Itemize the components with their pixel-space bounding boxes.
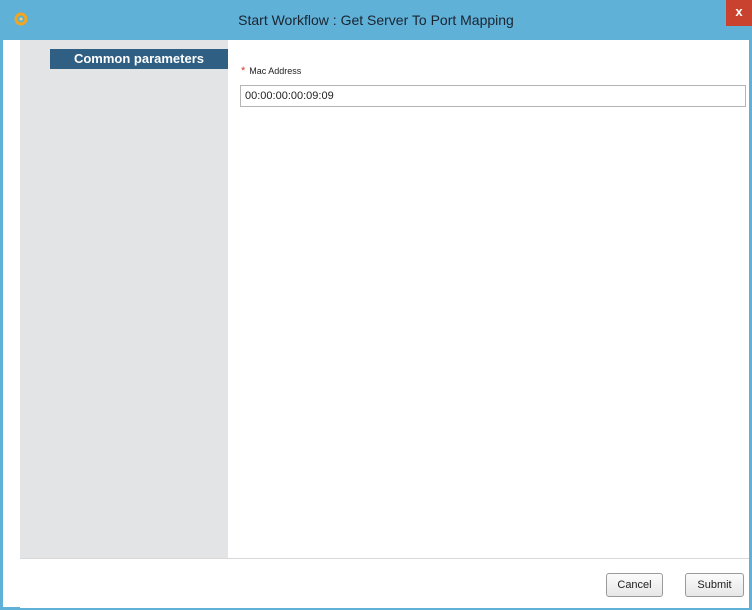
cancel-button[interactable]: Cancel <box>606 573 663 597</box>
workflow-dialog: Start Workflow : Get Server To Port Mapp… <box>0 0 752 610</box>
sidebar: Common parameters <box>20 40 228 558</box>
mac-address-input[interactable] <box>240 85 746 107</box>
required-marker: * <box>241 65 246 77</box>
dialog-footer: Cancel Submit <box>20 558 749 608</box>
close-icon: x <box>735 4 743 19</box>
title-bar[interactable]: Start Workflow : Get Server To Port Mapp… <box>0 0 752 40</box>
dialog-title: Start Workflow : Get Server To Port Mapp… <box>238 12 514 28</box>
submit-button[interactable]: Submit <box>685 573 744 597</box>
sidebar-item-common-parameters[interactable]: Common parameters <box>50 49 228 69</box>
mac-address-label: * Mac Address <box>241 65 301 77</box>
mac-address-label-text: Mac Address <box>249 66 302 76</box>
form-panel: * Mac Address <box>228 40 749 558</box>
close-button[interactable]: x <box>726 0 752 26</box>
